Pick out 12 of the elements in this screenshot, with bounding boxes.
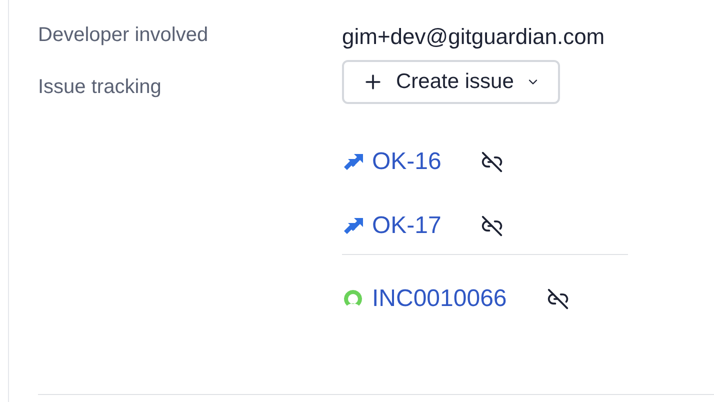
issue-link[interactable]: INC0010066 (372, 281, 507, 317)
arrows-icon (342, 153, 364, 171)
issue-link[interactable]: OK-17 (372, 208, 442, 244)
field-label: Developer involved (38, 23, 210, 48)
create-issue-button[interactable]: Create issue (342, 60, 560, 104)
field-label: Issue tracking (38, 75, 162, 100)
arrows-icon (342, 217, 364, 235)
unlink-icon[interactable] (481, 151, 504, 173)
unlink-icon[interactable] (546, 288, 569, 310)
unlink-icon[interactable] (481, 215, 504, 237)
field-value: gim+dev@gitguardian.com (342, 23, 605, 51)
issue-link[interactable]: OK-16 (372, 144, 442, 180)
